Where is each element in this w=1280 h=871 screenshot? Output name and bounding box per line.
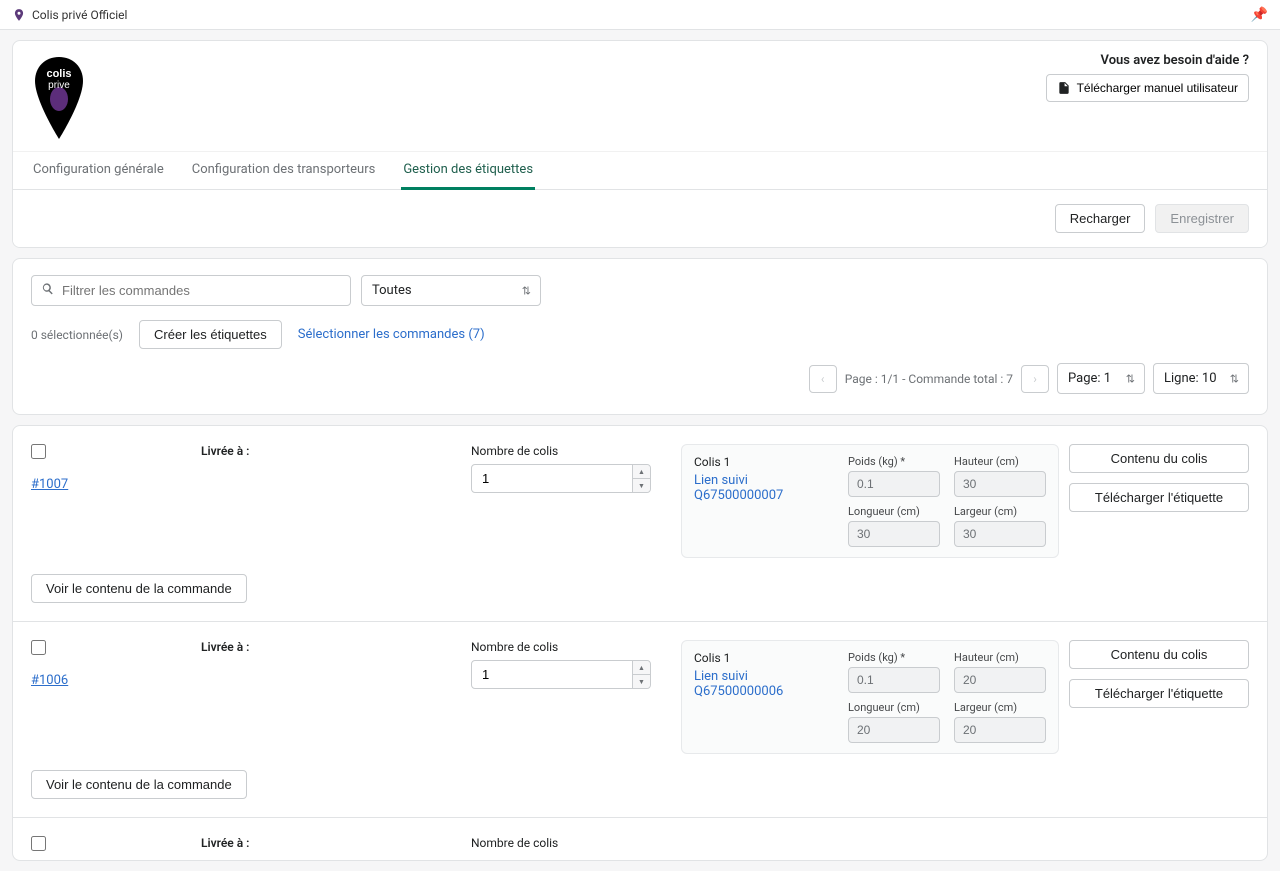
app-title: Colis privé Officiel	[32, 8, 127, 22]
delivered-to-label: Livrée à :	[201, 640, 461, 654]
svg-text:colis: colis	[46, 68, 71, 80]
colis-title: Colis 1	[694, 651, 834, 665]
header-card: colis prive Vous avez besoin d'aide ? Té…	[12, 40, 1268, 248]
selected-count: 0 sélectionnée(s)	[31, 328, 123, 342]
colis-title: Colis 1	[694, 455, 834, 469]
length-input[interactable]	[848, 521, 940, 547]
weight-input[interactable]	[848, 667, 940, 693]
notification-icon[interactable]: 📌	[1251, 7, 1268, 23]
tabs: Configuration générale Configuration des…	[13, 151, 1267, 190]
search-input[interactable]	[31, 275, 351, 306]
order-id-link[interactable]: #1007	[31, 477, 191, 492]
download-label-button[interactable]: Télécharger l'étiquette	[1069, 483, 1249, 512]
chevron-left-icon: ‹	[821, 372, 825, 386]
number-spinner[interactable]: ▲ ▼	[632, 465, 650, 492]
tab-label-mgmt[interactable]: Gestion des étiquettes	[401, 152, 535, 190]
tab-general-config[interactable]: Configuration générale	[31, 152, 166, 190]
spinner-down-icon[interactable]: ▼	[633, 479, 650, 492]
help-text: Vous avez besoin d'aide ?	[1046, 53, 1249, 68]
order-row: #1006 Livrée à : Nombre de colis ▲ ▼	[13, 622, 1267, 818]
height-label: Hauteur (cm)	[954, 455, 1046, 468]
brand-logo: colis prive	[31, 53, 87, 143]
order-checkbox[interactable]	[31, 836, 46, 851]
width-input[interactable]	[954, 521, 1046, 547]
content-button[interactable]: Contenu du colis	[1069, 640, 1249, 669]
status-select[interactable]: Toutes	[361, 275, 541, 306]
orders-list: #1007 Livrée à : Nombre de colis ▲ ▼	[12, 425, 1268, 861]
nb-colis-label: Nombre de colis	[471, 836, 671, 850]
save-button[interactable]: Enregistrer	[1155, 204, 1249, 233]
order-checkbox[interactable]	[31, 444, 46, 459]
nb-colis-input[interactable]	[471, 660, 651, 689]
length-label: Longueur (cm)	[848, 505, 940, 518]
delivered-to-label: Livrée à :	[201, 836, 461, 850]
weight-label: Poids (kg) *	[848, 455, 940, 468]
number-spinner[interactable]: ▲ ▼	[632, 661, 650, 688]
app-pin-icon	[12, 8, 26, 22]
tab-carriers-config[interactable]: Configuration des transporteurs	[190, 152, 378, 190]
length-label: Longueur (cm)	[848, 701, 940, 714]
weight-label: Poids (kg) *	[848, 651, 940, 664]
order-row: #1007 Livrée à : Nombre de colis ▲ ▼	[13, 426, 1267, 622]
spinner-down-icon[interactable]: ▼	[633, 675, 650, 688]
download-manual-button[interactable]: Télécharger manuel utilisateur	[1046, 74, 1249, 102]
nb-colis-label: Nombre de colis	[471, 640, 671, 654]
select-all-orders[interactable]: Sélectionner les commandes (7)	[298, 327, 485, 342]
reload-button[interactable]: Recharger	[1055, 204, 1146, 233]
tracking-link[interactable]: Lien suivi Q67500000006	[694, 669, 783, 699]
tracking-link[interactable]: Lien suivi Q67500000007	[694, 473, 783, 503]
content-button[interactable]: Contenu du colis	[1069, 444, 1249, 473]
chevron-right-icon: ›	[1033, 372, 1037, 386]
nb-colis-input[interactable]	[471, 464, 651, 493]
order-id-link[interactable]: #1006	[31, 673, 191, 688]
height-input[interactable]	[954, 667, 1046, 693]
prev-page-button[interactable]: ‹	[809, 365, 837, 393]
topbar: Colis privé Officiel 📌	[0, 0, 1280, 30]
length-input[interactable]	[848, 717, 940, 743]
download-label-button[interactable]: Télécharger l'étiquette	[1069, 679, 1249, 708]
spinner-up-icon[interactable]: ▲	[633, 465, 650, 479]
colis-box: Colis 1 Lien suivi Q67500000006 Poids (k…	[681, 640, 1059, 754]
spinner-up-icon[interactable]: ▲	[633, 661, 650, 675]
order-row: Livrée à : Nombre de colis	[13, 818, 1267, 860]
view-order-button[interactable]: Voir le contenu de la commande	[31, 574, 247, 603]
document-icon	[1057, 81, 1071, 95]
order-checkbox[interactable]	[31, 640, 46, 655]
page-status: Page : 1/1 - Commande total : 7	[845, 372, 1013, 386]
svg-text:prive: prive	[48, 80, 70, 91]
colis-box: Colis 1 Lien suivi Q67500000007 Poids (k…	[681, 444, 1059, 558]
view-order-button[interactable]: Voir le contenu de la commande	[31, 770, 247, 799]
width-input[interactable]	[954, 717, 1046, 743]
create-labels-button[interactable]: Créer les étiquettes	[139, 320, 282, 349]
width-label: Largeur (cm)	[954, 701, 1046, 714]
weight-input[interactable]	[848, 471, 940, 497]
download-manual-label: Télécharger manuel utilisateur	[1077, 81, 1238, 95]
line-select[interactable]: Ligne: 10	[1153, 363, 1249, 394]
width-label: Largeur (cm)	[954, 505, 1046, 518]
nb-colis-label: Nombre de colis	[471, 444, 671, 458]
height-input[interactable]	[954, 471, 1046, 497]
height-label: Hauteur (cm)	[954, 651, 1046, 664]
delivered-to-label: Livrée à :	[201, 444, 461, 458]
filter-card: Toutes ⇅ 0 sélectionnée(s) Créer les éti…	[12, 258, 1268, 415]
page-select[interactable]: Page: 1	[1057, 363, 1145, 394]
next-page-button[interactable]: ›	[1021, 365, 1049, 393]
